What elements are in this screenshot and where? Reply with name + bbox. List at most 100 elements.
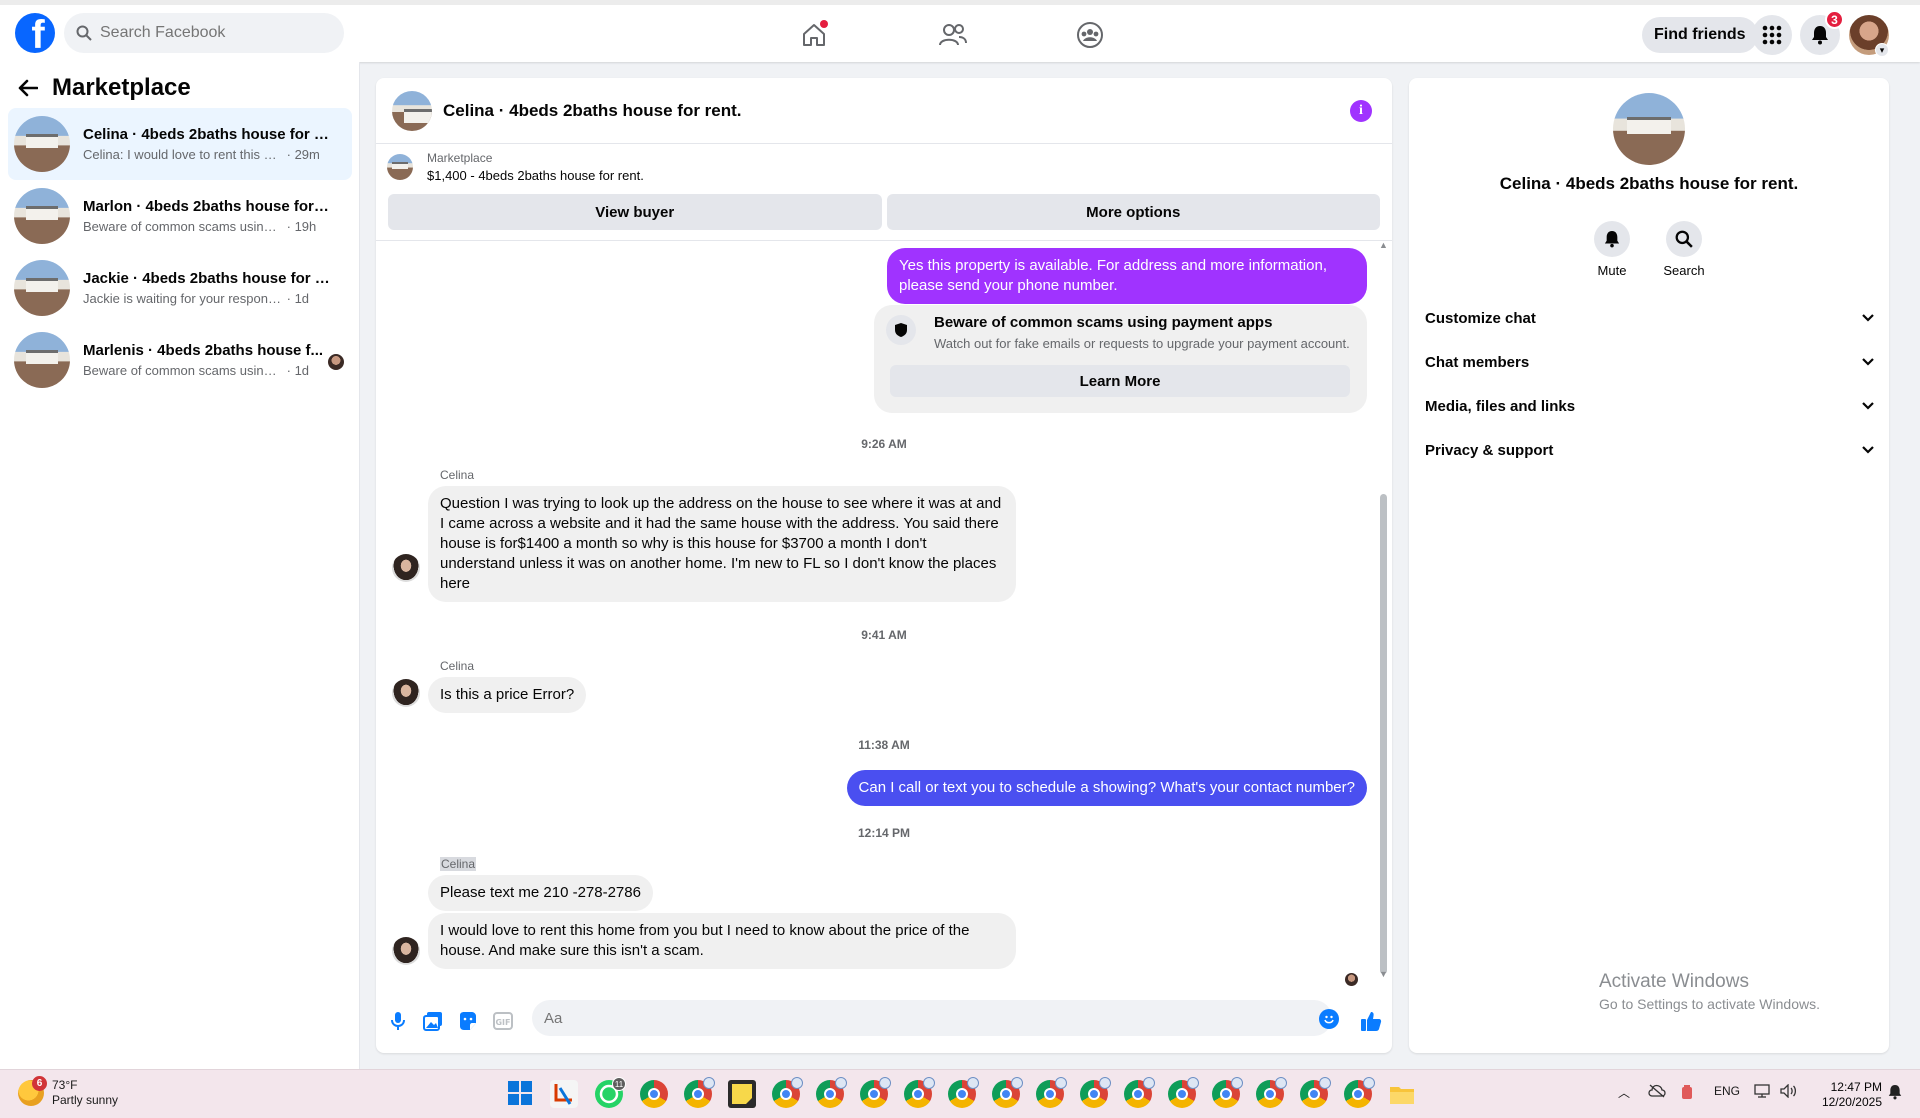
listing-summary[interactable]: Marketplace $1,400 - 4beds 2baths house … — [376, 144, 1392, 190]
windows-start-icon[interactable] — [507, 1080, 535, 1108]
outgoing-message[interactable]: Yes this property is available. For addr… — [887, 248, 1367, 304]
friends-icon[interactable] — [937, 19, 969, 51]
bell-icon — [1594, 221, 1630, 257]
sender-name: Celina — [440, 857, 477, 871]
learn-more-button[interactable]: Learn More — [890, 365, 1350, 397]
listing-actions: View buyer More options — [376, 190, 1392, 230]
menu-grid-icon[interactable] — [1752, 15, 1792, 55]
conversation-time: 1d — [294, 291, 310, 306]
chevron-up-icon[interactable]: ︿ — [1618, 1084, 1630, 1101]
chrome-profile-icon[interactable] — [816, 1077, 847, 1108]
weather-temp: 73°F — [52, 1078, 78, 1092]
back-arrow-icon[interactable] — [18, 79, 38, 97]
more-options-button[interactable]: More options — [886, 194, 1380, 230]
facebook-logo[interactable]: f — [15, 13, 55, 53]
chrome-icon[interactable] — [640, 1080, 668, 1108]
mute-button[interactable]: Mute — [1582, 221, 1642, 278]
chevron-down-icon — [1862, 402, 1874, 410]
chrome-profile-icon[interactable] — [904, 1077, 935, 1108]
sender-avatar[interactable] — [392, 937, 420, 965]
scrollbar-thumb[interactable] — [1380, 494, 1387, 974]
info-icon[interactable]: i — [1350, 100, 1372, 122]
chrome-profile-icon[interactable] — [1036, 1077, 1067, 1108]
chevron-down-icon[interactable]: ▾ — [1875, 43, 1889, 57]
find-friends-button[interactable]: Find friends — [1642, 17, 1758, 53]
conversation-item-marlenis[interactable]: Marlenis · 4beds 2baths house f... Bewar… — [8, 324, 352, 396]
profile-mini-icon — [1187, 1077, 1199, 1089]
groups-icon[interactable] — [1074, 19, 1106, 51]
search-bar[interactable] — [64, 13, 344, 53]
chrome-profile-icon[interactable] — [1124, 1077, 1155, 1108]
timestamp: 11:38 AM — [858, 738, 910, 752]
language-indicator[interactable]: ENG — [1714, 1084, 1740, 1098]
privacy-support-section[interactable]: Privacy & support — [1425, 432, 1875, 468]
media-files-links-section[interactable]: Media, files and links — [1425, 388, 1875, 424]
conversation-time: 19h — [294, 219, 317, 234]
profile-mini-icon — [1143, 1077, 1155, 1089]
chrome-profile-icon[interactable] — [1080, 1077, 1111, 1108]
chrome-profile-icon[interactable] — [1212, 1077, 1243, 1108]
whatsapp-icon[interactable]: 11 — [595, 1077, 626, 1108]
section-label: Privacy & support — [1425, 441, 1554, 459]
thumbs-up-icon[interactable] — [1359, 1010, 1383, 1032]
chrome-profile-icon[interactable] — [1300, 1077, 1331, 1108]
emoji-icon[interactable] — [1319, 1009, 1339, 1029]
incoming-message[interactable]: Please text me 210 -278-2786 — [428, 875, 653, 911]
incoming-message[interactable]: Is this a price Error? — [428, 677, 587, 713]
chrome-profile-icon[interactable] — [992, 1077, 1023, 1108]
sticky-notes-icon[interactable] — [728, 1080, 756, 1108]
security-icon[interactable] — [1680, 1084, 1694, 1103]
system-clock[interactable]: 12:47 PM 12/20/2025 — [1818, 1080, 1882, 1110]
scroll-down-icon[interactable]: ▼ — [1379, 969, 1388, 979]
photo-icon[interactable] — [422, 1010, 444, 1032]
conversation-details-panel: Celina · 4beds 2baths house for rent. Mu… — [1409, 78, 1889, 1053]
network-icon[interactable] — [1754, 1084, 1772, 1101]
chat-avatar[interactable] — [392, 90, 432, 131]
profile-mini-icon — [879, 1077, 891, 1089]
scroll-up-icon[interactable]: ▲ — [1379, 240, 1388, 250]
conversation-snippet: Jackie is waiting for your response. — [83, 291, 283, 306]
snipping-tool-icon[interactable] — [550, 1080, 578, 1108]
sticker-icon[interactable] — [457, 1010, 479, 1032]
home-icon[interactable] — [798, 19, 830, 51]
conversation-title: Marlenis · 4beds 2baths house f... — [83, 342, 324, 359]
conversation-item-jackie[interactable]: Jackie · 4beds 2baths house for rent. Ja… — [8, 252, 352, 324]
conversation-item-celina[interactable]: Celina · 4beds 2baths house for re... Ce… — [8, 108, 352, 180]
view-buyer-button[interactable]: View buyer — [388, 194, 882, 230]
chrome-profile-icon[interactable] — [948, 1077, 979, 1108]
chrome-profile-icon[interactable] — [772, 1077, 803, 1108]
file-explorer-icon[interactable] — [1388, 1080, 1416, 1108]
activate-title: Activate Windows — [1599, 971, 1749, 992]
profile-mini-icon — [967, 1077, 979, 1089]
cloud-off-icon[interactable] — [1648, 1084, 1666, 1101]
sender-avatar[interactable] — [392, 679, 420, 707]
listing-thumbnail — [14, 188, 70, 244]
incoming-message[interactable]: I would love to rent this home from you … — [428, 913, 1016, 969]
chrome-profile-icon[interactable] — [860, 1077, 891, 1108]
chrome-profile-icon[interactable] — [1344, 1077, 1375, 1108]
search-input[interactable] — [100, 24, 320, 42]
listing-avatar[interactable] — [1613, 93, 1685, 165]
customize-chat-section[interactable]: Customize chat — [1425, 300, 1875, 336]
search-in-chat-button[interactable]: Search — [1654, 221, 1714, 278]
chevron-down-icon — [1862, 446, 1874, 454]
chrome-profile-icon[interactable] — [1256, 1077, 1287, 1108]
bell-icon[interactable]: 3 — [1800, 10, 1844, 55]
microphone-icon[interactable] — [387, 1010, 409, 1032]
chrome-profile-icon[interactable] — [1168, 1077, 1199, 1108]
sender-avatar[interactable] — [392, 554, 420, 582]
chat-scrollbar[interactable]: ▲ ▼ — [1379, 240, 1388, 980]
gif-icon[interactable]: GIF — [492, 1010, 514, 1032]
chat-title[interactable]: Celina · 4beds 2baths house for rent. — [443, 101, 742, 121]
notifications-bell-icon[interactable] — [1888, 1084, 1902, 1103]
chat-members-section[interactable]: Chat members — [1425, 344, 1875, 380]
mute-label: Mute — [1597, 263, 1627, 278]
outgoing-message[interactable]: Can I call or text you to schedule a sho… — [846, 770, 1367, 806]
chrome-profile-icon[interactable] — [684, 1077, 715, 1108]
weather-widget[interactable]: 6 73°F Partly sunny — [18, 1076, 118, 1108]
conversation-item-marlon[interactable]: Marlon · 4beds 2baths house for r... Bew… — [8, 180, 352, 252]
incoming-message[interactable]: Question I was trying to look up the add… — [428, 486, 1016, 602]
message-input[interactable] — [532, 1000, 1332, 1036]
volume-icon[interactable] — [1780, 1083, 1798, 1101]
conversation-snippet: Beware of common scams using pay... — [83, 219, 283, 234]
